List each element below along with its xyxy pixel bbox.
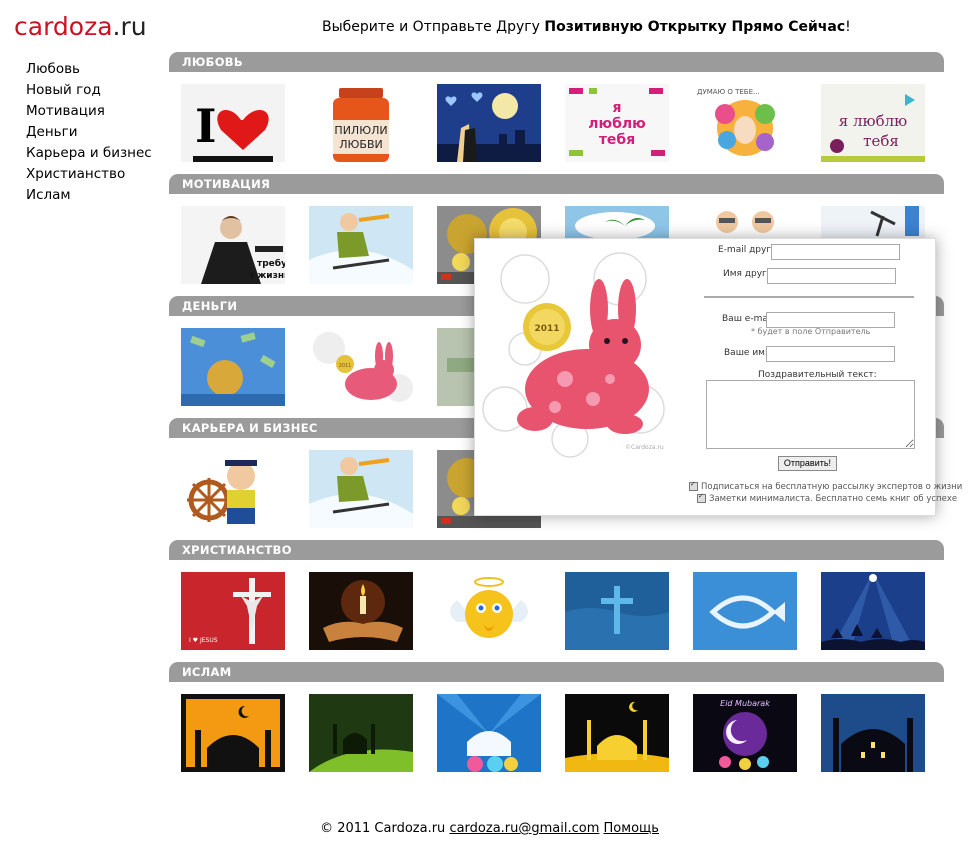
checkbox-mark	[689, 480, 698, 491]
message-textarea[interactable]	[706, 380, 915, 449]
section-title: МОТИВАЦИЯ	[169, 174, 944, 194]
thumb-captain[interactable]	[181, 450, 285, 528]
thumb-three-kings[interactable]	[821, 572, 925, 650]
thumb-i-love[interactable]: I	[181, 84, 285, 162]
your-email-input[interactable]	[766, 312, 895, 328]
friend-name-input[interactable]	[767, 268, 896, 284]
thumb-crucifix[interactable]: I ♥ JESUS	[181, 572, 285, 650]
copyright: © 2011 Cardoza.ru	[320, 821, 446, 836]
selected-card-preview: 2011 ©Cardoza.ru	[475, 239, 670, 515]
checkbox-mark	[697, 492, 706, 503]
contact-email-link[interactable]: cardoza.ru@gmail.com	[449, 821, 599, 836]
thumb-pink-love[interactable]: я люблю тебя	[565, 84, 669, 162]
thumb-candle-hands[interactable]	[309, 572, 413, 650]
category-nav: Любовь Новый год Мотивация Деньги Карьер…	[26, 59, 152, 206]
card-text: требу	[257, 258, 285, 269]
section-title: ИСЛАМ	[169, 662, 944, 682]
card-text: тебя	[863, 132, 899, 150]
checkbox-label: Подписаться на бесплатную рассылку экспе…	[701, 482, 963, 492]
friend-email-input[interactable]	[771, 244, 900, 260]
nav-christianity[interactable]: Христианство	[26, 164, 152, 185]
checkbox-label: Заметки минималиста. Бесплатно семь книг…	[709, 494, 958, 504]
card-text: ЛЮБВИ	[339, 138, 382, 151]
card-text: Eid Mubarak	[720, 699, 770, 708]
thumb-thinking[interactable]: ДУМАЮ О ТЕБЕ...	[693, 84, 797, 162]
card-text: I ♥ JESUS	[189, 637, 218, 644]
card-text: я люблю	[839, 112, 907, 130]
card-watermark: ©Cardoza.ru	[625, 444, 664, 451]
nav-love[interactable]: Любовь	[26, 59, 152, 80]
card-text: тебя	[599, 132, 635, 148]
thumb-mosque-green[interactable]	[309, 694, 413, 772]
tagline: Выберите и Отправьте Другу Позитивную От…	[322, 19, 851, 35]
thumb-mosque-night[interactable]	[821, 694, 925, 772]
nav-career[interactable]: Карьера и бизнес	[26, 143, 152, 164]
sender-note: * будет в поле Отправитель	[751, 327, 871, 336]
thumb-bird-love[interactable]: я люблю тебя	[821, 84, 925, 162]
your-name-input[interactable]	[766, 346, 895, 362]
card-year: 2011	[534, 324, 559, 334]
nav-money[interactable]: Деньги	[26, 122, 152, 143]
send-card-popup: 2011 ©Cardoza.ru E-mail друга: Имя друга…	[474, 238, 962, 516]
section-love: ЛЮБОВЬ I ПИЛЮЛИ ЛЮБВИ я люблю тебя ДУМАЮ О …	[169, 52, 944, 174]
thumb-water-cross[interactable]	[565, 572, 669, 650]
help-link[interactable]: Помощь	[604, 821, 659, 836]
site-logo[interactable]: cardoza.ru	[14, 12, 147, 41]
nav-new-year[interactable]: Новый год	[26, 80, 152, 101]
thumb-skier[interactable]	[309, 206, 413, 284]
card-text: I	[195, 99, 217, 153]
subscribe-minimalist-checkbox[interactable]: Заметки минималиста. Бесплатно семь книг…	[697, 492, 958, 504]
logo-part2: .ru	[112, 12, 147, 41]
nav-islam[interactable]: Ислам	[26, 185, 152, 206]
thumb-moon-couple[interactable]	[437, 84, 541, 162]
card-text: 2011	[339, 363, 352, 369]
logo-part1: cardoza	[14, 12, 113, 41]
section-christianity: ХРИСТИАНСТВО I ♥ JESUS	[169, 540, 944, 662]
message-label: Поздравительный текст:	[758, 370, 877, 380]
thumb-eid-mubarak[interactable]: Eid Mubarak	[693, 694, 797, 772]
section-islam: ИСЛАМ Eid Mubarak	[169, 662, 944, 784]
form-divider	[704, 296, 914, 298]
thumb-money-rain[interactable]	[181, 328, 285, 406]
section-title: ХРИСТИАНСТВО	[169, 540, 944, 560]
thumb-pills[interactable]: ПИЛЮЛИ ЛЮБВИ	[309, 84, 413, 162]
card-text: т жизни вс	[249, 271, 285, 281]
tagline-plain: Выберите и Отправьте Другу	[322, 19, 545, 35]
thumb-mosque-yellow[interactable]	[565, 694, 669, 772]
subscribe-experts-checkbox[interactable]: Подписаться на бесплатную рассылку экспе…	[689, 480, 963, 492]
tagline-bold: Позитивную Открытку Прямо Сейчас	[544, 19, 846, 35]
card-text: я	[613, 100, 622, 116]
thumb-mosque-blue[interactable]	[437, 694, 541, 772]
thumb-angel-smiley[interactable]	[437, 572, 541, 650]
card-text: ДУМАЮ О ТЕБЕ...	[697, 88, 760, 96]
thumb-businesswoman[interactable]: требу т жизни вс	[181, 206, 285, 284]
thumb-skier-2[interactable]	[309, 450, 413, 528]
thumb-mosque-orange[interactable]	[181, 694, 285, 772]
nav-motivation[interactable]: Мотивация	[26, 101, 152, 122]
thumb-rabbit-2011[interactable]: 2011	[309, 328, 413, 406]
tagline-end: !	[845, 19, 851, 35]
card-text: ПИЛЮЛИ	[334, 124, 387, 137]
card-text: люблю	[588, 116, 646, 132]
thumb-fish-sky[interactable]	[693, 572, 797, 650]
send-button[interactable]: Отправить!	[778, 456, 837, 471]
section-title: ЛЮБОВЬ	[169, 52, 944, 72]
footer: © 2011 Cardoza.ru cardoza.ru@gmail.com П…	[0, 821, 979, 836]
